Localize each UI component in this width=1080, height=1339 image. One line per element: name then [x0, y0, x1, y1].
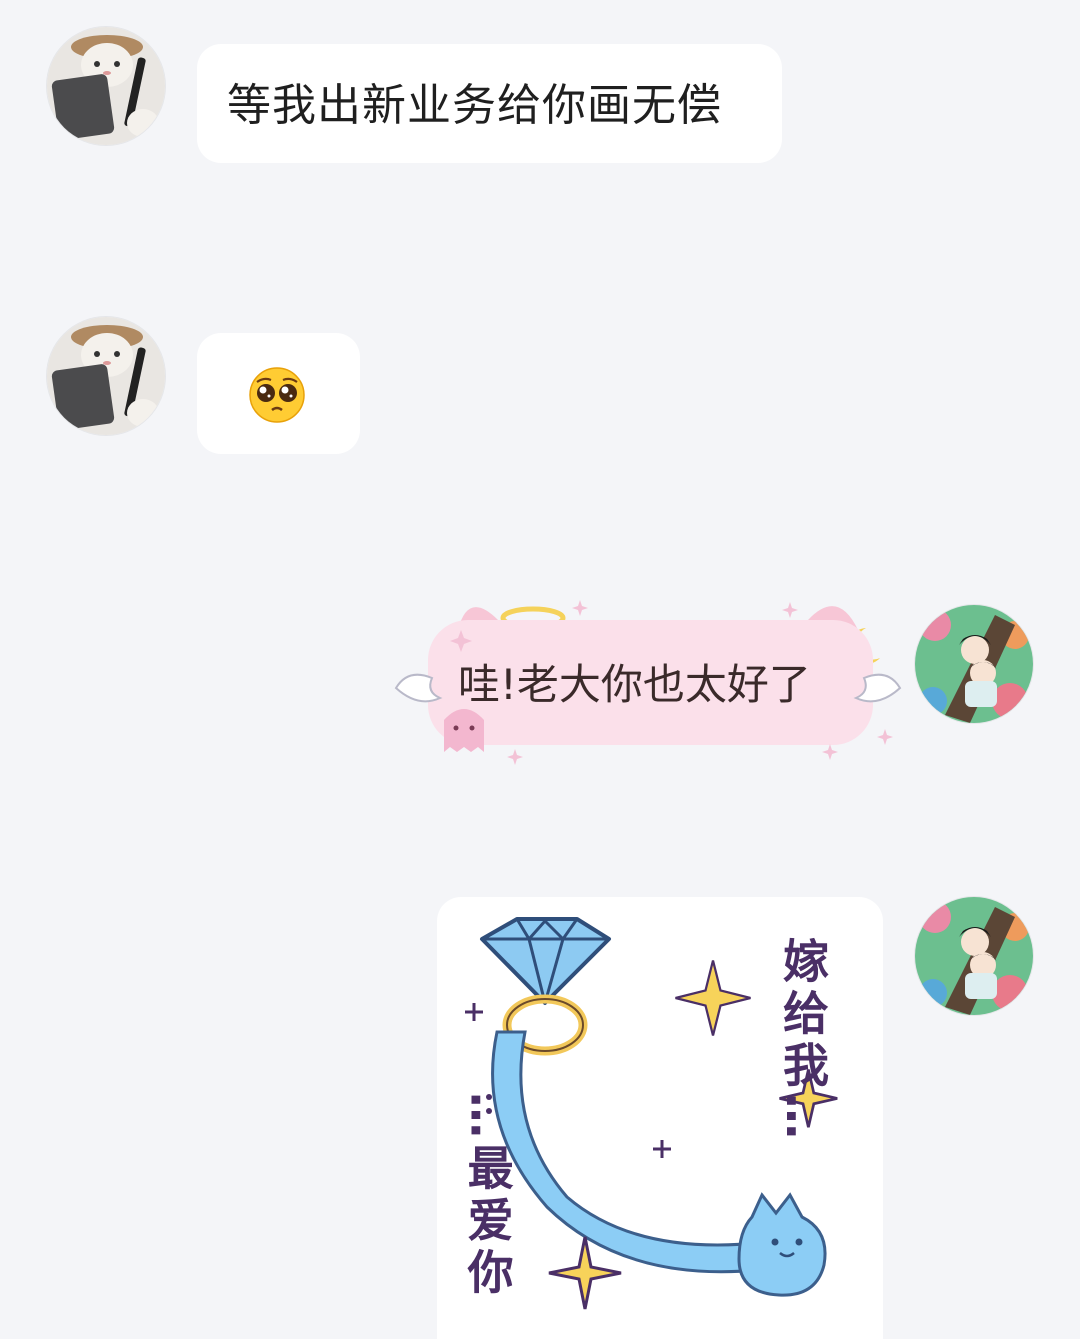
sticker-caption-left: …最爱你	[460, 1092, 515, 1300]
sender-avatar[interactable]	[47, 27, 165, 145]
sticker-message[interactable]: 嫁给我… …最爱你	[437, 897, 883, 1339]
cat-avatar-image	[47, 317, 165, 435]
message-bubble[interactable]	[197, 333, 360, 454]
cat-avatar-image	[47, 27, 165, 145]
chat-thread[interactable]: 等我出新业务给你画无偿 哇!老大你也太好了 嫁给我… …最爱你	[0, 0, 1080, 1339]
sticker-caption-right: 嫁给我…	[776, 937, 830, 1145]
message-text: 哇!老大你也太好了	[458, 660, 811, 709]
anime-avatar-image	[915, 605, 1033, 723]
my-avatar[interactable]	[915, 605, 1033, 723]
anime-avatar-image	[915, 897, 1033, 1015]
pleading-face-icon	[249, 367, 305, 423]
sender-avatar[interactable]	[47, 317, 165, 435]
my-avatar[interactable]	[915, 897, 1033, 1015]
decorated-message-bubble[interactable]: 哇!老大你也太好了	[388, 590, 908, 770]
message-text: 等我出新业务给你画无偿	[227, 80, 722, 131]
message-bubble[interactable]: 等我出新业务给你画无偿	[197, 44, 782, 163]
